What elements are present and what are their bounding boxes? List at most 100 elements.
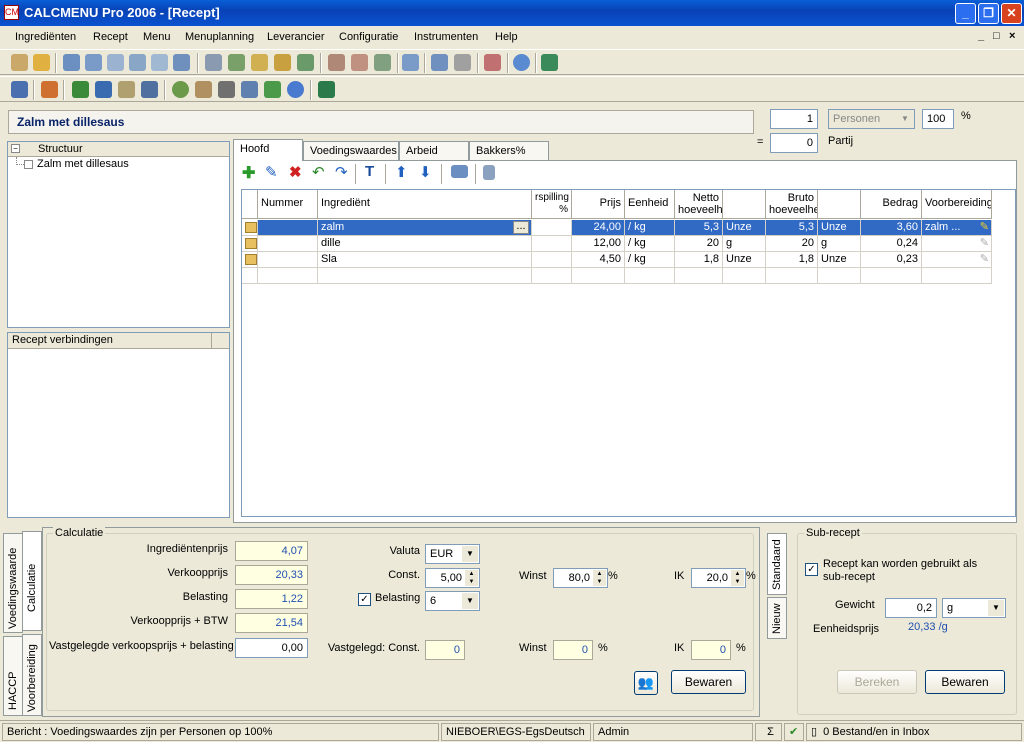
gewicht-input[interactable]: 0,2 [885,598,937,618]
cell-prijs[interactable]: 24,00 [572,220,625,236]
menu-menuplanning[interactable]: Menuplanning [185,31,254,43]
vtab-standaard[interactable]: Standaard [767,533,787,595]
recipe-icon[interactable] [63,54,80,71]
tab-bakkers[interactable]: Bakkers% [469,141,549,161]
column-header-bruto-unit[interactable] [818,190,861,219]
planning-list-icon[interactable] [351,54,368,71]
menu-help[interactable]: Help [495,31,518,43]
menu-recept[interactable]: Recept [93,31,128,43]
clipboard-icon[interactable] [118,81,135,98]
undo-icon[interactable]: ↶ [312,163,325,181]
menu-ingredienten[interactable]: Ingrediënten [15,31,76,43]
cell-verspilling[interactable] [532,220,572,236]
spinner-icon[interactable]: ▲ ▼ [593,570,606,586]
spinner-icon[interactable]: ▲ ▼ [465,570,478,586]
cell-bruto[interactable]: 5,3 [766,220,818,236]
cell-voorbereiding[interactable]: ✎ [922,252,992,268]
winst-input[interactable]: 80,0 ▲ ▼ [553,568,608,588]
column-header-voorbereiding[interactable]: Voorbereiding [922,190,992,219]
ik-input[interactable]: 20,0 ▲ ▼ [691,568,746,588]
belasting-select[interactable]: 6 ▼ [425,591,480,611]
tab-arbeid[interactable]: Arbeid [399,141,469,161]
menu-instrumenten[interactable]: Instrumenten [414,31,478,43]
unit-select[interactable]: Personen ▼ [828,109,915,129]
cell-nummer[interactable] [258,236,318,252]
cell-bruto-unit[interactable]: Unze [818,252,861,268]
cell-bruto[interactable]: 20 [766,236,818,252]
edit-icon[interactable]: ✎ [265,163,278,181]
tools-icon[interactable] [484,54,501,71]
calc-save-button[interactable]: Bewaren [671,670,746,694]
table-row[interactable]: zalm... 24,00 / kg 5,3 Unze 5,3 Unze 3,6… [242,220,992,236]
vtab-voedingswaarde[interactable]: Voedingswaarde [3,533,23,633]
valuta-select[interactable]: EUR ▼ [425,544,480,564]
gewicht-unit-select[interactable]: g ▼ [942,598,1006,618]
pencil-icon[interactable]: ✎ [980,220,989,235]
help-icon[interactable] [513,54,530,71]
vtab-calculatie[interactable]: Calculatie [22,531,42,631]
redo-icon[interactable]: ↷ [335,163,348,181]
move-down-icon[interactable]: ⬇ [419,163,432,181]
column-header-bedrag[interactable]: Bedrag [861,190,922,219]
collapse-icon[interactable]: − [11,144,20,153]
recipe-print-icon[interactable] [151,54,168,71]
menu-icon[interactable] [205,54,222,71]
mdi-minimize-icon[interactable]: _ [978,30,984,42]
check-icon[interactable]: ✔ [784,723,804,741]
recipe-search-icon[interactable] [107,54,124,71]
menu-leverancier[interactable]: Leverancier [267,31,324,43]
column-header-eenheid[interactable]: Eenheid [625,190,675,219]
table-row[interactable]: dille 12,00 / kg 20 g 20 g 0,24 ✎ [242,236,992,252]
add-icon[interactable]: ✚ [242,163,255,183]
cell-verspilling[interactable] [532,236,572,252]
mail-icon[interactable] [241,81,258,98]
menu-menu[interactable]: Menu [143,31,171,43]
restore-icon[interactable]: ❐ [978,3,999,24]
refresh-icon[interactable] [264,81,281,98]
cell-prijs[interactable]: 4,50 [572,252,625,268]
pencil-icon[interactable]: ✎ [980,252,989,267]
sub-recept-checkbox[interactable]: ✓ [805,563,818,576]
cell-bruto-unit[interactable]: Unze [818,220,861,236]
vastgelegde-verkoopprijs-input[interactable]: 0,00 [235,638,308,658]
settings-icon[interactable] [431,54,448,71]
const-input[interactable]: 5,00 ▲ ▼ [425,568,480,588]
tab-hoofd[interactable]: Hoofd [233,139,303,161]
cell-netto-unit[interactable]: Unze [723,220,766,236]
delete-icon[interactable]: ✖ [289,163,302,181]
close-icon[interactable]: ✕ [1001,3,1022,24]
move-up-icon[interactable]: ⬆ [395,163,408,181]
column-header-prijs[interactable]: Prijs [572,190,625,219]
cell-bedrag[interactable]: 0,23 [861,252,922,268]
cell-eenheid[interactable]: / kg [625,252,675,268]
print-icon[interactable] [451,165,468,178]
spinner-icon[interactable]: ▲ ▼ [731,570,744,586]
planning-icon[interactable] [328,54,345,71]
add-user-icon[interactable] [72,81,89,98]
column-header-netto-unit[interactable] [723,190,766,219]
exit-icon[interactable] [541,54,558,71]
tree-item[interactable]: Zalm met dillesaus [8,157,229,173]
cell-ingredient[interactable]: zalm... [318,220,532,236]
cell-netto[interactable]: 1,8 [675,252,723,268]
cell-nummer[interactable] [258,252,318,268]
globe-icon[interactable] [172,81,189,98]
column-header-bruto[interactable]: Bruto hoeveelheid [766,190,818,219]
cell-prijs[interactable]: 12,00 [572,236,625,252]
percent-input[interactable]: 100 [922,109,954,129]
edit-note-icon[interactable] [95,81,112,98]
column-header-verspilling[interactable]: rspilling % [532,190,572,219]
menu-print-icon[interactable] [274,54,291,71]
package-icon[interactable] [195,81,212,98]
minimize-icon[interactable]: _ [955,3,976,24]
quantity-input[interactable]: 1 [770,109,818,129]
cell-bedrag[interactable]: 0,24 [861,236,922,252]
edit-pencil-icon[interactable] [41,81,58,98]
recipe-export-icon[interactable] [173,54,190,71]
database-icon[interactable] [483,165,495,180]
mdi-close-icon[interactable]: × [1009,30,1015,42]
recipe-copy-icon[interactable] [129,54,146,71]
cell-bruto-unit[interactable]: g [818,236,861,252]
help-circle-icon[interactable] [287,81,304,98]
book-icon[interactable] [141,81,158,98]
